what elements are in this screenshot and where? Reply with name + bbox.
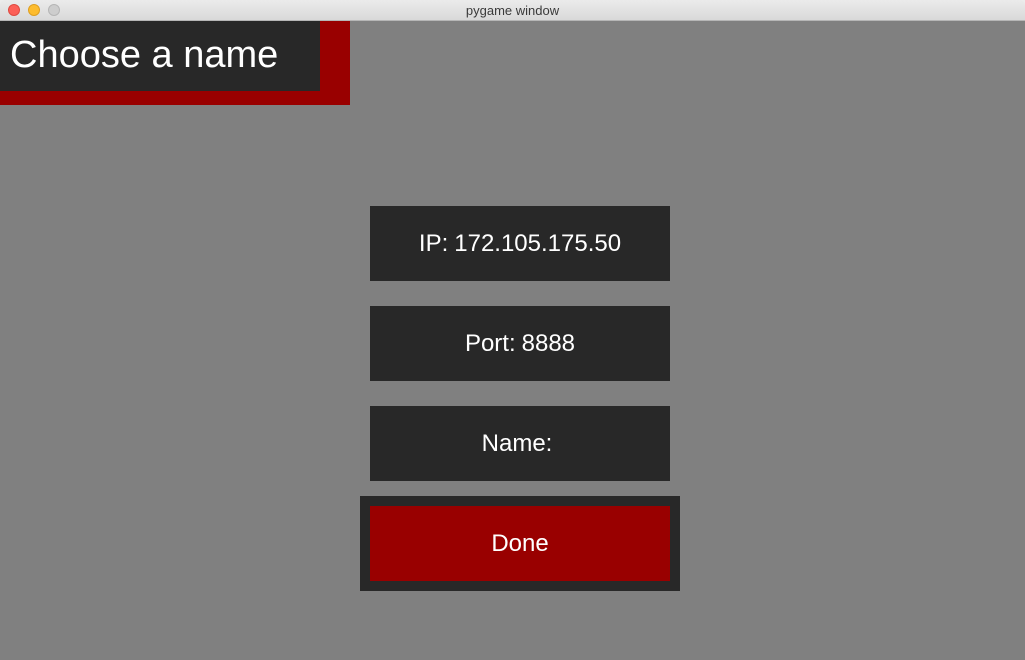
ip-value: 172.105.175.50 bbox=[454, 229, 622, 257]
done-button[interactable]: Done bbox=[370, 506, 670, 581]
window-title: pygame window bbox=[465, 3, 560, 18]
done-button-frame: Done bbox=[360, 496, 680, 591]
port-field[interactable]: Port: 8888 bbox=[370, 306, 670, 381]
name-field[interactable]: Name: bbox=[370, 406, 670, 481]
page-title: Choose a name bbox=[10, 34, 279, 76]
app-window: pygame window Choose a name IP: 172.105.… bbox=[0, 0, 1025, 660]
ip-label: IP: bbox=[418, 229, 449, 257]
port-value: 8888 bbox=[521, 329, 576, 357]
port-label: Port: bbox=[464, 329, 516, 357]
game-canvas: Choose a name IP: 172.105.175.50 Port: 8… bbox=[0, 21, 1025, 660]
name-label: Name: bbox=[481, 429, 553, 457]
header-panel: Choose a name bbox=[0, 21, 320, 91]
title-bar[interactable]: pygame window bbox=[0, 0, 1025, 21]
ip-field[interactable]: IP: 172.105.175.50 bbox=[370, 206, 670, 281]
